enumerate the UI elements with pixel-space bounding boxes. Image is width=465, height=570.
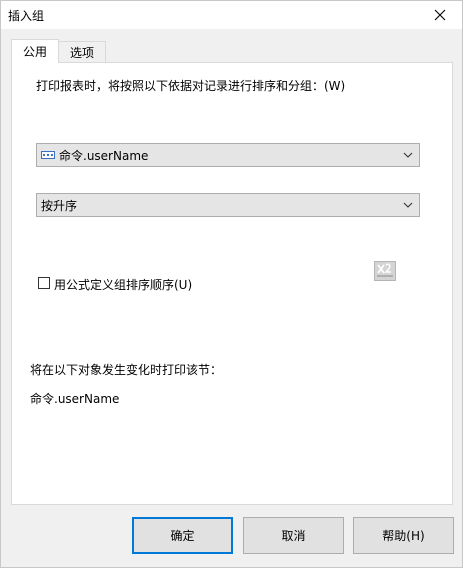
formula-icon [377,263,393,277]
tab-common-label: 公用 [22,45,47,59]
print-section-label: 将在以下对象发生变化时打印该节： [30,363,223,377]
group-field-select[interactable]: 命令.userName [36,143,420,167]
cancel-button[interactable]: 取消 [243,517,344,554]
print-section-value: 命令.userName [30,392,120,406]
chevron-down-icon [403,202,413,208]
ok-button[interactable]: 确定 [132,517,233,554]
close-icon [434,9,446,21]
title-bar: 插入组 [1,1,462,29]
close-button[interactable] [418,1,462,29]
cancel-button-label: 取消 [281,529,306,543]
dialog-title: 插入组 [8,9,45,23]
use-formula-checkbox[interactable] [38,277,50,289]
ok-button-label: 确定 [170,529,195,543]
help-button-label: 帮助(H) [382,529,425,543]
tab-options[interactable]: 选项 [58,41,106,63]
help-button[interactable]: 帮助(H) [353,517,454,554]
formula-editor-button[interactable] [374,261,396,281]
chevron-down-icon [403,152,413,158]
sort-order-value: 按升序 [41,198,78,213]
tab-common[interactable]: 公用 [11,39,59,63]
tab-options-label: 选项 [69,45,94,60]
group-field-value: 命令.userName [59,148,149,163]
use-formula-label[interactable]: 用公式定义组排序顺序(U) [54,276,192,293]
sort-order-select[interactable]: 按升序 [36,193,420,217]
insert-group-dialog: 插入组 公用 选项 打印报表时，将按照以下依据对记录进行排序和分组：(W) 命令… [0,0,463,568]
tab-panel-common: 打印报表时，将按照以下依据对记录进行排序和分组：(W) 命令.userName … [11,62,453,505]
sort-group-instruction: 打印报表时，将按照以下依据对记录进行排序和分组：(W) [36,79,346,93]
database-field-icon [41,151,55,159]
